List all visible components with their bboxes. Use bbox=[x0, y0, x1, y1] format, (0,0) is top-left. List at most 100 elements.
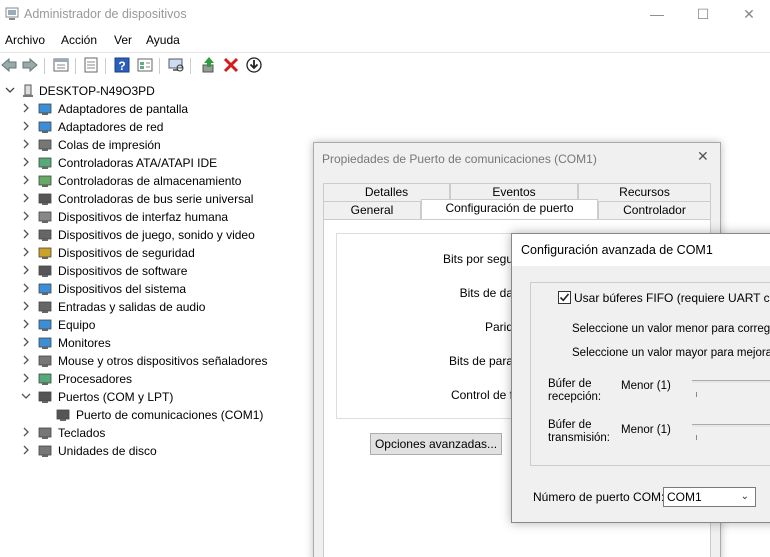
network-adapter-icon bbox=[38, 121, 52, 133]
tree-item[interactable]: Colas de impresión bbox=[0, 136, 300, 154]
scan-hardware-icon[interactable] bbox=[167, 56, 185, 74]
tree-item[interactable]: Entradas y salidas de audio bbox=[0, 298, 300, 316]
rx-buffer-slider[interactable] bbox=[692, 380, 770, 383]
speaker-icon bbox=[38, 229, 52, 241]
chevron-right-icon[interactable] bbox=[20, 318, 32, 330]
tree-item[interactable]: Mouse y otros dispositivos señaladores bbox=[0, 352, 300, 370]
tree-item-label: Controladoras ATA/ATAPI IDE bbox=[58, 156, 218, 170]
help-icon[interactable]: ? bbox=[113, 56, 131, 74]
properties-view-icon[interactable] bbox=[52, 56, 70, 74]
chevron-right-icon[interactable] bbox=[20, 210, 32, 222]
tree-item-label: Mouse y otros dispositivos señaladores bbox=[58, 354, 268, 368]
tab-configuracion-puerto[interactable]: Configuración de puerto bbox=[421, 199, 598, 220]
advanced-options-button[interactable]: Opciones avanzadas... bbox=[370, 433, 502, 455]
tree-item[interactable]: Controladoras de bus serie universal bbox=[0, 190, 300, 208]
tree-item[interactable]: Dispositivos de juego, sonido y video bbox=[0, 226, 300, 244]
tree-item[interactable]: Puerto de comunicaciones (COM1) bbox=[0, 406, 300, 424]
chevron-right-icon[interactable] bbox=[20, 372, 32, 384]
fifo-checkbox[interactable] bbox=[558, 291, 571, 304]
menu-ver[interactable]: Ver bbox=[114, 33, 132, 47]
menu-accion[interactable]: Acción bbox=[61, 33, 97, 47]
cpu-icon bbox=[38, 373, 52, 385]
uninstall-icon[interactable] bbox=[222, 56, 240, 74]
storage-controller-icon bbox=[38, 175, 52, 187]
advanced-title: Configuración avanzada de COM1 bbox=[521, 243, 713, 257]
chevron-right-icon[interactable] bbox=[20, 264, 32, 276]
tree-item-label: Teclados bbox=[58, 426, 106, 440]
system-device-icon bbox=[38, 283, 52, 295]
forward-icon[interactable] bbox=[21, 56, 39, 74]
tree-item[interactable]: Dispositivos del sistema bbox=[0, 280, 300, 298]
chevron-right-icon[interactable] bbox=[20, 138, 32, 150]
tree-item[interactable]: Controladoras ATA/ATAPI IDE bbox=[0, 154, 300, 172]
chevron-down-icon[interactable] bbox=[20, 390, 32, 402]
usb-icon bbox=[38, 193, 52, 205]
details-view-icon[interactable] bbox=[136, 56, 154, 74]
chevron-right-icon[interactable] bbox=[20, 354, 32, 366]
menu-archivo[interactable]: Archivo bbox=[5, 33, 45, 47]
tab-general[interactable]: General bbox=[323, 201, 421, 219]
minimize-button[interactable]: — bbox=[634, 0, 680, 30]
tree-item-label: Unidades de disco bbox=[58, 444, 157, 458]
toolbar: ? bbox=[0, 52, 770, 78]
chevron-right-icon[interactable] bbox=[20, 156, 32, 168]
maximize-button[interactable]: ☐ bbox=[680, 0, 726, 30]
hid-icon bbox=[38, 211, 52, 223]
flow-control-label: Control de f bbox=[450, 388, 513, 402]
tree-item-label: Puerto de comunicaciones (COM1) bbox=[76, 408, 264, 422]
chevron-right-icon[interactable] bbox=[20, 282, 32, 294]
device-manager-icon bbox=[5, 7, 19, 20]
computer-icon bbox=[23, 84, 33, 97]
parity-label: Parid bbox=[484, 320, 513, 334]
chevron-right-icon[interactable] bbox=[20, 174, 32, 186]
com-port-value: COM1 bbox=[667, 490, 702, 504]
chevron-right-icon[interactable] bbox=[20, 426, 32, 438]
tree-item[interactable]: Monitores bbox=[0, 334, 300, 352]
toolbar-separator bbox=[105, 58, 106, 74]
tx-buffer-slider[interactable] bbox=[692, 424, 770, 427]
tree-item[interactable]: Adaptadores de pantalla bbox=[0, 100, 300, 118]
tree-item[interactable]: Dispositivos de software bbox=[0, 262, 300, 280]
update-driver-icon[interactable] bbox=[200, 56, 218, 74]
tx-slider-tick bbox=[696, 435, 697, 440]
com-port-select[interactable]: COM1 ⌄ bbox=[663, 487, 756, 507]
tree-item[interactable]: Dispositivos de seguridad bbox=[0, 244, 300, 262]
chevron-right-icon[interactable] bbox=[20, 336, 32, 348]
chevron-right-icon[interactable] bbox=[20, 228, 32, 240]
menu-bar: Archivo Acción Ver Ayuda bbox=[0, 30, 770, 50]
toolbar-separator bbox=[159, 58, 160, 74]
toolbar-separator bbox=[190, 58, 191, 74]
stop-bits-label: Bits de para bbox=[448, 354, 513, 368]
close-icon[interactable]: ✕ bbox=[697, 148, 709, 165]
document-icon[interactable] bbox=[82, 56, 100, 74]
tree-item[interactable]: Equipo bbox=[0, 316, 300, 334]
rx-buffer-label: Búfer de recepción: bbox=[548, 378, 602, 403]
back-icon[interactable] bbox=[0, 56, 18, 74]
menu-ayuda[interactable]: Ayuda bbox=[146, 33, 180, 47]
rx-slider-tick bbox=[696, 392, 697, 397]
chevron-right-icon[interactable] bbox=[20, 300, 32, 312]
mouse-icon bbox=[38, 355, 52, 367]
tree-root[interactable]: DESKTOP-N49O3PD bbox=[0, 82, 300, 100]
chevron-right-icon[interactable] bbox=[20, 102, 32, 114]
tree-item[interactable]: Puertos (COM y LPT) bbox=[0, 388, 300, 406]
tree-item[interactable]: Adaptadores de red bbox=[0, 118, 300, 136]
chevron-down-icon[interactable] bbox=[4, 84, 16, 96]
tab-controlador[interactable]: Controlador bbox=[598, 201, 711, 219]
chevron-right-icon[interactable] bbox=[20, 444, 32, 456]
download-icon[interactable] bbox=[245, 56, 263, 74]
close-button[interactable]: ✕ bbox=[726, 0, 770, 30]
chevron-right-icon[interactable] bbox=[20, 246, 32, 258]
tree-item[interactable]: Unidades de disco bbox=[0, 442, 300, 460]
tree-item[interactable]: Teclados bbox=[0, 424, 300, 442]
hint-lower: Seleccione un valor menor para corregir … bbox=[572, 323, 770, 335]
tree-item[interactable]: Procesadores bbox=[0, 370, 300, 388]
tree-item-label: Entradas y salidas de audio bbox=[58, 300, 206, 314]
tree-item[interactable]: Dispositivos de interfaz humana bbox=[0, 208, 300, 226]
tx-min-label: Menor (1) bbox=[621, 424, 671, 436]
chevron-right-icon[interactable] bbox=[20, 192, 32, 204]
tree-item-label: Colas de impresión bbox=[58, 138, 161, 152]
tree-item[interactable]: Controladoras de almacenamiento bbox=[0, 172, 300, 190]
chevron-right-icon[interactable] bbox=[20, 120, 32, 132]
chevron-down-icon: ⌄ bbox=[740, 491, 749, 502]
